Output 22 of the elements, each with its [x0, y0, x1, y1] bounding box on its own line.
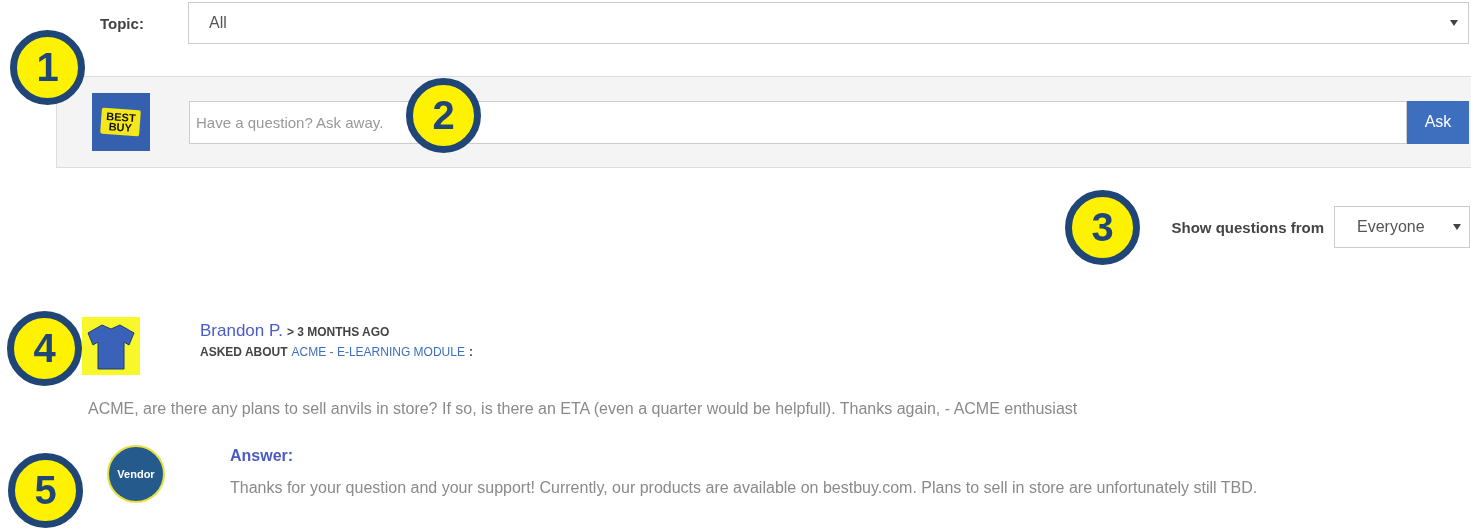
user-avatar [82, 317, 140, 375]
question-text: ACME, are there any plans to sell anvils in store? If so, is there an ETA (even a quarter would be helpfull). Thanks again, - ACME enthusiast [88, 400, 1079, 418]
callout-number: 5 [8, 453, 83, 528]
caret-icon [1453, 224, 1461, 230]
topic-link[interactable]: ACME - E-LEARNING MODULE [291, 345, 465, 359]
callout-number: 4 [7, 311, 82, 386]
callout-number: 1 [10, 30, 85, 105]
answer-heading: Answer: [230, 447, 295, 465]
ask-button[interactable]: Ask [1407, 100, 1469, 144]
topic-dropdown[interactable]: All [188, 2, 1469, 44]
topic-label: Topic: [100, 14, 145, 32]
show-questions-label: Show questions from [1171, 218, 1324, 236]
store-logo: BEST BUY [92, 93, 150, 151]
vendor-avatar: Vendor [107, 445, 165, 503]
answer-text: Thanks for your question and your support! Currently, our products are available on bestbuy.com. Plans to sell in store are unfortunately still TBD. [230, 478, 1259, 498]
caret-icon [1450, 20, 1458, 26]
post-time: > 3 MONTHS AGO [286, 325, 390, 339]
questions-from-dropdown[interactable]: Everyone [1334, 206, 1470, 248]
colon-text: : [468, 345, 473, 359]
callout-number: 3 [1065, 190, 1140, 265]
author-link[interactable]: Brandon P. [200, 321, 283, 341]
asked-about-label: ASKED ABOUT [200, 345, 288, 359]
